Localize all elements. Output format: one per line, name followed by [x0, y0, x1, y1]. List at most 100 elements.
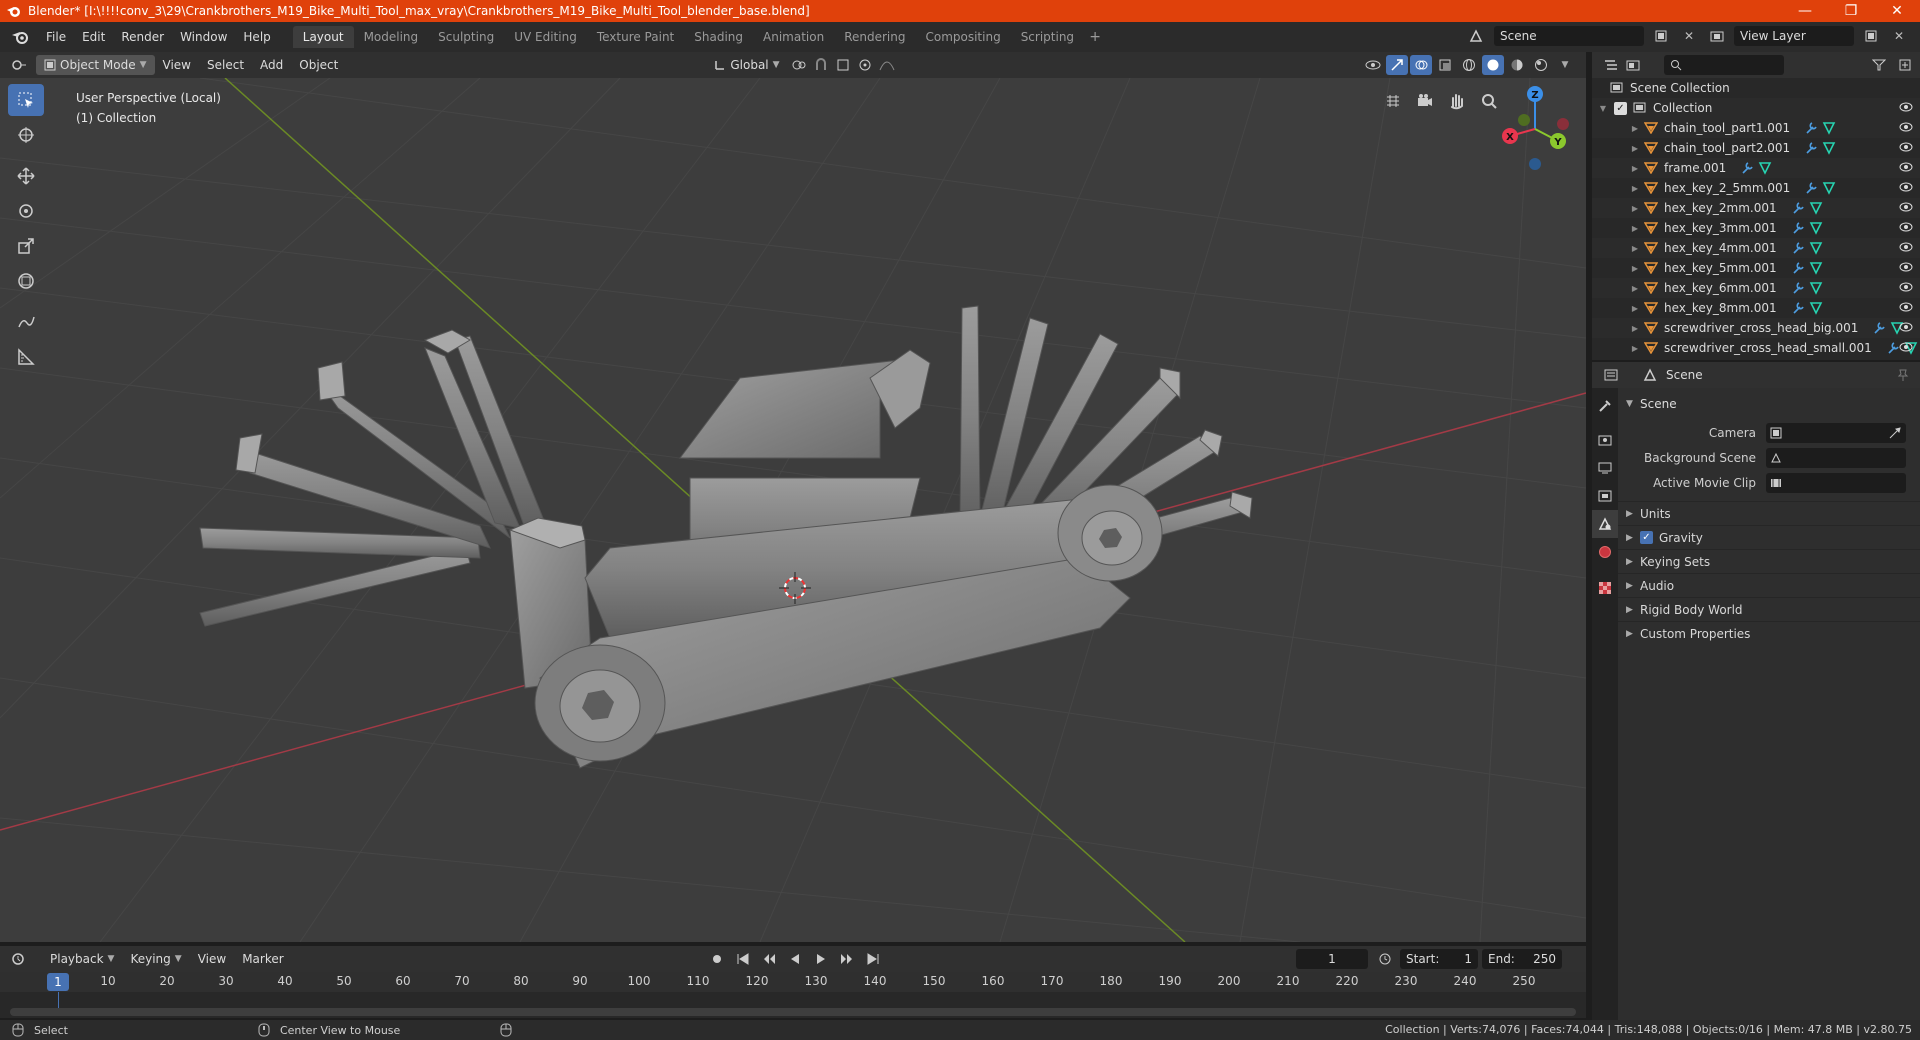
eye-icon[interactable] — [1898, 341, 1914, 353]
outliner-object-row[interactable]: ▶ hex_key_6mm.001 — [1592, 278, 1920, 298]
outliner-object-row[interactable]: ▶ hex_key_5mm.001 — [1592, 258, 1920, 278]
keying-sets-panel-header[interactable]: ▶ Keying Sets — [1618, 549, 1920, 573]
active-movie-clip-field[interactable] — [1766, 472, 1906, 493]
measure-tool[interactable] — [8, 341, 44, 373]
tab-rendering[interactable]: Rendering — [834, 26, 915, 48]
filter-icon[interactable] — [1868, 55, 1890, 75]
mesh-data-icon[interactable] — [1822, 181, 1836, 195]
modifier-wrench-icon[interactable] — [1791, 241, 1805, 255]
tab-shading[interactable]: Shading — [684, 26, 753, 48]
modifier-wrench-icon[interactable] — [1804, 181, 1818, 195]
tab-texture-properties[interactable] — [1592, 574, 1618, 602]
maximize-button[interactable]: ❐ — [1828, 0, 1874, 22]
modifier-wrench-icon[interactable] — [1804, 121, 1818, 135]
mesh-data-icon[interactable] — [1809, 261, 1823, 275]
next-keyframe-icon[interactable] — [836, 949, 858, 969]
modifier-wrench-icon[interactable] — [1740, 161, 1754, 175]
custom-properties-panel-header[interactable]: ▶ Custom Properties — [1618, 621, 1920, 645]
units-panel-header[interactable]: ▶ Units — [1618, 501, 1920, 525]
modifier-wrench-icon[interactable] — [1804, 141, 1818, 155]
eyedropper-icon[interactable] — [1888, 426, 1902, 440]
tab-compositing[interactable]: Compositing — [915, 26, 1010, 48]
select-box-tool[interactable] — [8, 84, 44, 116]
scene-name-field[interactable]: Scene — [1494, 26, 1644, 46]
object-expand-icon[interactable]: ▶ — [1630, 284, 1640, 293]
properties-editor-type-icon[interactable] — [1600, 365, 1622, 385]
transform-tool[interactable] — [8, 265, 44, 297]
outliner-object-row[interactable]: ▶ screwdriver_cross_head_small.001 — [1592, 338, 1920, 358]
camera-field[interactable] — [1766, 422, 1906, 443]
cursor-tool[interactable] — [8, 119, 44, 151]
object-expand-icon[interactable]: ▶ — [1630, 264, 1640, 273]
object-expand-icon[interactable]: ▶ — [1630, 164, 1640, 173]
mesh-data-icon[interactable] — [1809, 281, 1823, 295]
3d-viewport[interactable]: User Perspective (Local) (1) Collection … — [0, 78, 1586, 942]
tab-uv-editing[interactable]: UV Editing — [504, 26, 587, 48]
object-expand-icon[interactable]: ▶ — [1630, 204, 1640, 213]
timeline-view-menu[interactable]: View — [190, 949, 234, 969]
snap-icon[interactable] — [810, 55, 832, 75]
playback-menu[interactable]: Playback ▼ — [42, 949, 122, 969]
collection-expand-icon[interactable]: ▼ — [1598, 104, 1608, 113]
eye-icon[interactable] — [1898, 241, 1914, 253]
scale-tool[interactable] — [8, 230, 44, 262]
audio-panel-header[interactable]: ▶ Audio — [1618, 573, 1920, 597]
current-frame-marker[interactable]: 1 — [47, 973, 69, 991]
modifier-wrench-icon[interactable] — [1791, 261, 1805, 275]
tab-scripting[interactable]: Scripting — [1011, 26, 1084, 48]
tab-texture-paint[interactable]: Texture Paint — [587, 26, 684, 48]
modifier-wrench-icon[interactable] — [1791, 281, 1805, 295]
pivot-point-icon[interactable] — [788, 55, 810, 75]
falloff-icon[interactable] — [876, 55, 898, 75]
eye-icon[interactable] — [1898, 281, 1914, 293]
eye-icon[interactable] — [1898, 101, 1914, 113]
move-tool[interactable] — [8, 160, 44, 192]
view-layer-field[interactable]: View Layer — [1734, 26, 1854, 46]
play-icon[interactable] — [810, 949, 832, 969]
jump-start-icon[interactable] — [732, 949, 754, 969]
viewport-menu-view[interactable]: View — [155, 55, 199, 75]
outliner-editor-type-icon[interactable] — [1600, 55, 1622, 75]
pan-view-icon[interactable] — [1444, 88, 1470, 114]
gravity-checkbox[interactable]: ✓ — [1640, 531, 1653, 544]
marker-menu[interactable]: Marker — [234, 949, 291, 969]
viewport-menu-object[interactable]: Object — [291, 55, 346, 75]
navigation-gizmo[interactable]: Z X Y — [1490, 84, 1580, 174]
rotate-tool[interactable] — [8, 195, 44, 227]
outliner-object-row[interactable]: ▶ frame.001 — [1592, 158, 1920, 178]
snap-target-icon[interactable] — [832, 55, 854, 75]
mesh-data-icon[interactable] — [1758, 161, 1772, 175]
mesh-data-icon[interactable] — [1822, 141, 1836, 155]
shading-wireframe-icon[interactable] — [1458, 55, 1480, 75]
record-icon[interactable] — [706, 949, 728, 969]
view-layer-browse-icon[interactable] — [1706, 26, 1728, 46]
outliner-object-row[interactable]: ▶ hex_key_4mm.001 — [1592, 238, 1920, 258]
modifier-wrench-icon[interactable] — [1791, 301, 1805, 315]
end-frame-field[interactable]: End: 250 — [1482, 949, 1562, 969]
shading-rendered-icon[interactable] — [1530, 55, 1552, 75]
eye-icon[interactable] — [1898, 321, 1914, 333]
editor-type-icon[interactable] — [8, 55, 30, 75]
annotate-tool[interactable] — [8, 306, 44, 338]
mesh-data-icon[interactable] — [1809, 241, 1823, 255]
outliner-object-row[interactable]: ▶ hex_key_2mm.001 — [1592, 198, 1920, 218]
new-scene-icon[interactable] — [1650, 26, 1672, 46]
start-frame-field[interactable]: Start: 1 — [1400, 949, 1478, 969]
outliner-object-row[interactable]: ▶ hex_key_3mm.001 — [1592, 218, 1920, 238]
object-expand-icon[interactable]: ▶ — [1630, 304, 1640, 313]
tab-scene-properties[interactable] — [1592, 510, 1618, 538]
play-reverse-icon[interactable] — [784, 949, 806, 969]
object-expand-icon[interactable]: ▶ — [1630, 244, 1640, 253]
object-expand-icon[interactable]: ▶ — [1630, 124, 1640, 133]
collection-checkbox[interactable]: ✓ — [1614, 101, 1627, 115]
shading-solid-icon[interactable] — [1482, 55, 1504, 75]
use-preview-range-icon[interactable] — [1374, 949, 1396, 969]
keying-menu[interactable]: Keying ▼ — [122, 949, 189, 969]
outliner-object-row[interactable]: ▶ chain_tool_part2.001 — [1592, 138, 1920, 158]
tab-output-properties[interactable] — [1592, 454, 1618, 482]
tab-sculpting[interactable]: Sculpting — [428, 26, 504, 48]
modifier-wrench-icon[interactable] — [1791, 201, 1805, 215]
toggle-ortho-icon[interactable] — [1380, 88, 1406, 114]
visibility-selectability-icon[interactable] — [1362, 55, 1384, 75]
tab-layout[interactable]: Layout — [292, 26, 354, 48]
